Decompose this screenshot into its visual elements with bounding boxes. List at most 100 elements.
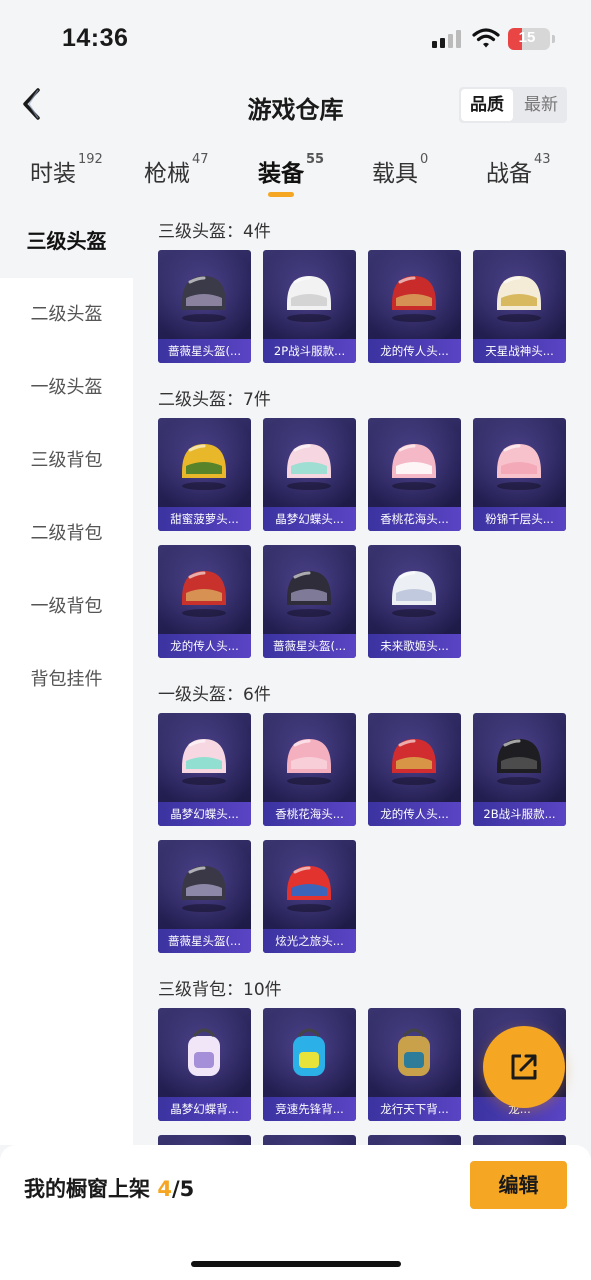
item-name: 香桃花海头... [368, 507, 461, 531]
helmet-image-icon [392, 276, 436, 322]
helmet-image-icon [287, 866, 331, 912]
helmet-image-icon [287, 276, 331, 322]
item-name: 龙行天下背... [368, 1097, 461, 1121]
sort-toggle: 品质 最新 [459, 87, 567, 123]
item-name: 晶梦幻蝶背... [158, 1097, 251, 1121]
item-name: 龙的传人头... [368, 339, 461, 363]
backpack-card[interactable]: 晶梦幻蝶背... [158, 1008, 251, 1121]
helmet-card[interactable]: 蔷薇星头盔(... [158, 840, 251, 953]
item-name: 天星战神头... [473, 339, 566, 363]
sort-quality-button[interactable]: 品质 [461, 89, 513, 121]
helmet-card[interactable]: 香桃花海头... [368, 418, 461, 531]
bottom-bar: 我的橱窗上架 4/5 编辑 [0, 1145, 591, 1280]
sidebar-item-lv1-helmet[interactable]: 一级头盔 [0, 351, 133, 424]
helmet-card[interactable]: 蔷薇星头盔(... [158, 250, 251, 363]
tab-equipment[interactable]: 装备55 [258, 152, 324, 188]
helmet-image-icon [497, 739, 541, 785]
item-name: 粉锦千层头... [473, 507, 566, 531]
helmet-image-icon [392, 444, 436, 490]
wifi-icon [472, 28, 500, 48]
item-name: 晶梦幻蝶头... [263, 507, 356, 531]
section-title: 一级头盔：6件 [158, 685, 271, 705]
tab-weapons[interactable]: 枪械47 [144, 152, 209, 188]
helmet-card[interactable]: 蔷薇星头盔(... [263, 545, 356, 658]
sidebar-item-lv2-helmet[interactable]: 二级头盔 [0, 278, 133, 351]
item-name: 2B战斗服款... [473, 802, 566, 826]
item-name: 香桃花海头... [263, 802, 356, 826]
header: 游戏仓库 品质 最新 [0, 74, 591, 136]
item-grid: 三级头盔：4件 蔷薇星头盔(... 2P战斗服款... 龙的传人头... 天星战… [133, 205, 591, 1145]
helmet-image-icon [182, 739, 226, 785]
backpack-image-icon [293, 1028, 325, 1076]
category-tabs: 时装192 枪械47 装备55 载具0 战备43 [0, 148, 591, 204]
backpack-card[interactable] [368, 1135, 461, 1145]
sidebar-item-lv1-backpack[interactable]: 一级背包 [0, 570, 133, 643]
helmet-image-icon [392, 739, 436, 785]
helmet-image-icon [287, 444, 331, 490]
tab-fashion[interactable]: 时装192 [30, 152, 103, 188]
helmet-card[interactable]: 天星战神头... [473, 250, 566, 363]
backpack-card[interactable]: 竞速先锋背... [263, 1008, 356, 1121]
backpack-image-icon [188, 1028, 220, 1076]
edit-button[interactable]: 编辑 [470, 1161, 567, 1209]
backpack-card[interactable] [263, 1135, 356, 1145]
section-title: 二级头盔：7件 [158, 390, 271, 410]
item-name: 蔷薇星头盔(... [158, 339, 251, 363]
helmet-card[interactable]: 龙的传人头... [368, 713, 461, 826]
sidebar-item-lv2-backpack[interactable]: 二级背包 [0, 497, 133, 570]
backpack-image-icon [398, 1028, 430, 1076]
active-tab-indicator [268, 192, 294, 197]
showcase-total: /5 [171, 1177, 195, 1201]
sidebar-item-lv3-helmet[interactable]: 三级头盔 [0, 205, 133, 278]
item-name: 蔷薇星头盔(... [158, 929, 251, 953]
helmet-card[interactable]: 晶梦幻蝶头... [263, 418, 356, 531]
cellular-signal-icon [432, 30, 462, 48]
helmet-card[interactable]: 香桃花海头... [263, 713, 356, 826]
helmet-card[interactable]: 龙的传人头... [368, 250, 461, 363]
helmet-card[interactable]: 2B战斗服款... [473, 713, 566, 826]
item-name: 龙的传人头... [368, 802, 461, 826]
helmet-card[interactable]: 2P战斗服款... [263, 250, 356, 363]
item-name: 2P战斗服款... [263, 339, 356, 363]
battery-icon: 15 [508, 28, 555, 50]
backpack-card[interactable] [473, 1135, 566, 1145]
share-button[interactable] [483, 1026, 565, 1108]
backpack-card[interactable] [158, 1135, 251, 1145]
helmet-card[interactable]: 甜蜜菠萝头... [158, 418, 251, 531]
helmet-card[interactable]: 炫光之旅头... [263, 840, 356, 953]
sidebar: 三级头盔 二级头盔 一级头盔 三级背包 二级背包 一级背包 背包挂件 [0, 205, 133, 1145]
home-indicator [191, 1261, 401, 1267]
helmet-card[interactable]: 粉锦千层头... [473, 418, 566, 531]
helmet-image-icon [182, 866, 226, 912]
tab-combat-gear[interactable]: 战备43 [486, 152, 551, 188]
helmet-card[interactable]: 龙的传人头... [158, 545, 251, 658]
helmet-image-icon [182, 444, 226, 490]
status-bar: 14:36 15 [0, 0, 591, 74]
backpack-card[interactable]: 龙行天下背... [368, 1008, 461, 1121]
helmet-image-icon [182, 571, 226, 617]
section-title: 三级背包：10件 [158, 980, 282, 1000]
item-name: 炫光之旅头... [263, 929, 356, 953]
status-time: 14:36 [62, 24, 129, 52]
sidebar-item-backpack-charm[interactable]: 背包挂件 [0, 643, 133, 716]
helmet-image-icon [497, 444, 541, 490]
helmet-image-icon [182, 276, 226, 322]
sidebar-item-lv3-backpack[interactable]: 三级背包 [0, 424, 133, 497]
item-name: 龙的传人头... [158, 634, 251, 658]
tab-vehicles[interactable]: 载具0 [372, 152, 428, 188]
item-name: 未来歌姬头... [368, 634, 461, 658]
item-name: 甜蜜菠萝头... [158, 507, 251, 531]
section-title: 三级头盔：4件 [158, 222, 271, 242]
helmet-image-icon [287, 571, 331, 617]
helmet-card[interactable]: 未来歌姬头... [368, 545, 461, 658]
showcase-current-count: 4 [157, 1177, 172, 1201]
sort-latest-button[interactable]: 最新 [515, 87, 567, 123]
helmet-image-icon [392, 571, 436, 617]
item-name: 晶梦幻蝶头... [158, 802, 251, 826]
battery-level: 15 [518, 29, 536, 46]
item-name: 竞速先锋背... [263, 1097, 356, 1121]
showcase-status: 我的橱窗上架 4/5 [24, 1177, 195, 1201]
helmet-card[interactable]: 晶梦幻蝶头... [158, 713, 251, 826]
share-icon [511, 1054, 537, 1080]
helmet-image-icon [287, 739, 331, 785]
